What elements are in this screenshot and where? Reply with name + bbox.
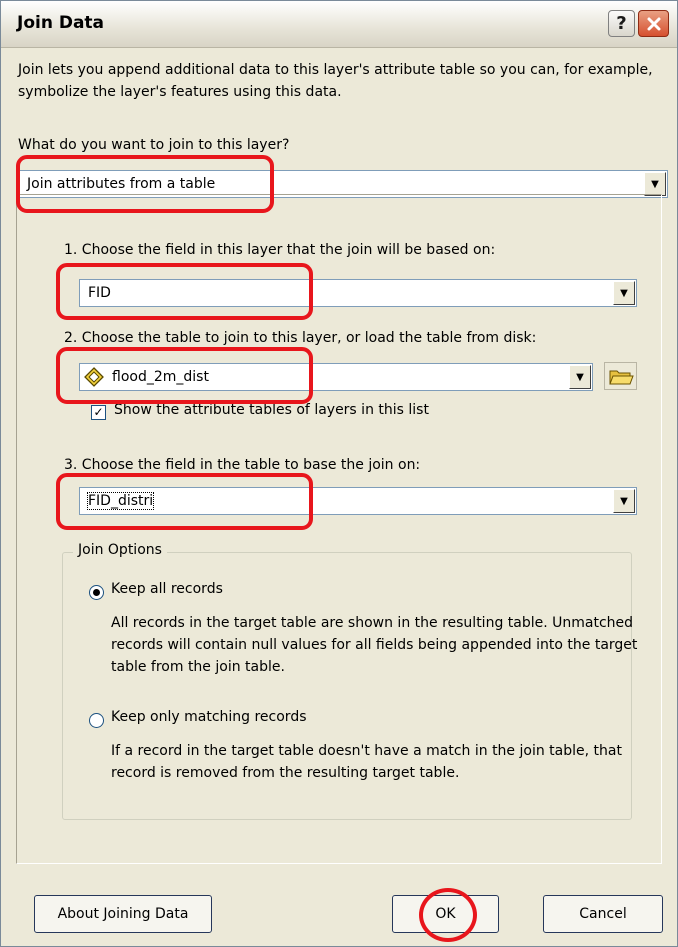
- intro-text: Join lets you append additional data to …: [18, 62, 653, 100]
- folder-open-icon: [609, 370, 634, 385]
- join-table-dropdown-button[interactable]: ▼: [569, 365, 591, 389]
- step2-label: 2. Choose the table to join to this laye…: [64, 330, 537, 346]
- layer-field-dropdown-button[interactable]: ▼: [613, 281, 635, 305]
- open-table-button[interactable]: [604, 362, 637, 390]
- annotation-highlight-join-field: [56, 473, 313, 530]
- keep-all-records-radio[interactable]: [89, 585, 104, 600]
- about-joining-data-button[interactable]: About Joining Data: [34, 895, 212, 933]
- step1-label: 1. Choose the field in this layer that t…: [64, 242, 496, 258]
- join-options-title: Join Options: [73, 542, 167, 558]
- keep-matching-records-description: If a record in the target table doesn't …: [111, 743, 622, 781]
- keep-matching-records-label: Keep only matching records: [111, 709, 307, 725]
- cancel-button[interactable]: Cancel: [543, 895, 663, 933]
- annotation-highlight-ok: [419, 888, 477, 942]
- chevron-down-icon: ▼: [620, 495, 628, 507]
- chevron-down-icon: ▼: [651, 178, 659, 190]
- annotation-highlight-layer-field: [56, 263, 313, 320]
- join-question-label: What do you want to join to this layer?: [18, 137, 290, 153]
- about-joining-data-label: About Joining Data: [57, 906, 189, 922]
- step3-label: 3. Choose the field in the table to base…: [64, 457, 421, 473]
- keep-all-records-description: All records in the target table are show…: [111, 615, 638, 675]
- keep-all-records-label: Keep all records: [111, 581, 223, 597]
- chevron-down-icon: ▼: [620, 287, 628, 299]
- check-mark-icon: ✓: [93, 405, 104, 419]
- join-field-dropdown-button[interactable]: ▼: [613, 489, 635, 513]
- close-button[interactable]: [638, 10, 669, 37]
- keep-matching-records-radio[interactable]: [89, 713, 104, 728]
- join-type-dropdown-button[interactable]: ▼: [644, 172, 666, 196]
- help-button[interactable]: ?: [608, 10, 635, 37]
- annotation-highlight-join-type: [16, 155, 274, 213]
- annotation-highlight-join-table: [56, 347, 313, 404]
- title-bar: Join Data ?: [1, 1, 677, 48]
- show-attribute-tables-label: Show the attribute tables of layers in t…: [114, 402, 429, 418]
- chevron-down-icon: ▼: [576, 371, 584, 383]
- close-icon: [647, 17, 660, 30]
- radio-selected-dot: [93, 589, 100, 596]
- question-icon: ?: [616, 13, 627, 34]
- cancel-label: Cancel: [579, 906, 627, 922]
- join-data-dialog: Join Data ? Join lets you append additio…: [0, 0, 678, 947]
- dialog-title: Join Data: [17, 13, 105, 33]
- show-attribute-tables-checkbox[interactable]: ✓: [91, 405, 106, 420]
